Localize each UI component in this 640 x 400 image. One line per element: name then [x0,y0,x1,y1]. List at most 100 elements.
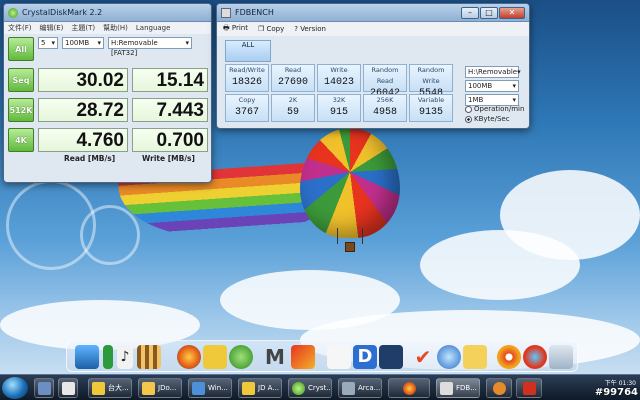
fd-variable-button[interactable]: Variable 9135 [409,94,453,122]
wolf-icon [61,381,75,395]
fd-write-button[interactable]: Write 14023 [317,64,361,92]
fd-32k-button[interactable]: 32K 915 [317,94,361,122]
fd-cell-label: Read [284,66,302,74]
copy-button[interactable]: ❐ Copy [258,25,284,33]
runs-select[interactable]: 5 ▾ [38,37,58,49]
fd-256k-button[interactable]: 256K 4958 [363,94,407,122]
start-button[interactable] [2,377,28,399]
taskbar-item-3[interactable]: Win... [188,378,232,398]
k4-row: 4K 4.760 0.700 [8,126,208,154]
fd-cell-label: 32K [332,96,346,104]
radio-selected-icon [465,115,472,123]
fd-cell-label: 256K [376,96,394,104]
cdm-body: All 5 ▾ 100MB ▾ H:Removable [FAT32] ▾ Seq 3… [8,36,208,178]
fd-2k-button[interactable]: 2K 59 [271,94,315,122]
close-button[interactable]: ✕ [499,6,525,19]
cdm-menu-theme[interactable]: 主題(T) [71,23,95,33]
print-button[interactable]: 🖶 Print [223,24,248,35]
m-app-icon[interactable]: M [263,345,287,369]
music-icon[interactable]: ♪ [117,345,133,369]
minimize-button[interactable]: – [461,6,479,19]
size-select[interactable]: 100MB ▾ [62,37,104,49]
fdbench-titlebar[interactable]: FDBENCH – □ ✕ [217,4,529,22]
crystaldiskmark-icon [292,381,305,395]
version-label: Version [300,25,326,33]
seq-test-button[interactable]: Seq [8,68,34,92]
fdbench-window-controls: – □ ✕ [461,6,525,19]
k512-write-value: 7.443 [132,98,208,122]
fd-copy-button[interactable]: Copy 3767 [225,94,269,122]
messenger-icon[interactable] [229,345,253,369]
cdm-menu-help[interactable]: 幫助(H) [103,23,128,33]
crystaldiskmark-window[interactable]: CrystalDiskMark 2.2 文件(F) 编辑(E) 主題(T) 幫助… [3,3,212,183]
cdm-app-icon [8,7,18,18]
taskbar-item-6[interactable]: Arca... [338,378,382,398]
fd-size-select[interactable]: 100MB ▾ [465,80,519,92]
cdm-titlebar[interactable]: CrystalDiskMark 2.2 [4,4,211,22]
key-icon[interactable] [203,345,227,369]
seq-write-value: 15.14 [132,68,208,92]
taskbar-item-4[interactable]: JD A... [238,378,282,398]
cdm-menu-edit[interactable]: 编辑(E) [40,23,64,33]
chevron-down-icon: ▾ [512,96,516,104]
fdbench-all-label: ALL [241,41,255,49]
taskbar-item-1[interactable]: 台大... [88,378,132,398]
fd-read-button[interactable]: Read 27690 [271,64,315,92]
recycle-bin-icon[interactable] [549,345,573,369]
fdbench-all-button[interactable]: ALL [225,40,271,62]
k512-test-button[interactable]: 512K [8,98,34,122]
d-app-icon[interactable]: D [353,345,377,369]
k512-read-value: 28.72 [38,98,128,122]
version-button[interactable]: ? Version [294,25,326,33]
fd-drive-select[interactable]: H:\Removable ▾ [465,66,521,78]
firefox-icon[interactable] [177,345,201,369]
taskbar-item-7[interactable] [388,378,430,398]
c-app-icon[interactable] [523,345,547,369]
taskbar-item-8[interactable]: FDB... [436,378,480,398]
fd-block-value: 1MB [468,96,484,104]
fdbench-window[interactable]: FDBENCH – □ ✕ 🖶 Print ❐ Copy ? Version A… [216,3,530,129]
fd-size-value: 100MB [468,82,493,90]
wolf-icon[interactable] [327,345,351,369]
taskbar-item-2[interactable]: JDo... [138,378,182,398]
cdm-menu-file[interactable]: 文件(F) [8,23,32,33]
clock[interactable]: 下午 01:30 [568,378,636,387]
film-icon[interactable] [137,345,161,369]
taskbar-item-9[interactable] [486,378,512,398]
taskbar-item-label: 台大... [108,384,129,392]
flag-icon[interactable] [291,345,315,369]
fd-cell-value: 18326 [231,77,262,88]
unit-radio-operation[interactable]: Operation/min [465,105,524,113]
k4-test-button[interactable]: 4K [8,128,34,152]
monitor-icon[interactable] [379,345,403,369]
computer-icon[interactable] [75,345,99,369]
cdm-menu-language[interactable]: Language [136,24,171,32]
fd-cell-value: 915 [329,107,348,118]
cdm-window-title: CrystalDiskMark 2.2 [22,8,103,17]
fd-readwrite-button[interactable]: Read/Write 18326 [225,64,269,92]
runs-select-value: 5 [41,39,46,47]
fdbench-window-title: FDBENCH [235,8,274,17]
all-test-button[interactable]: All [8,37,34,61]
drive-select[interactable]: H:Removable [FAT32] ▾ [108,37,192,57]
notes-icon[interactable] [103,345,113,369]
maximize-button[interactable]: □ [480,6,498,19]
unit-radio-kbyte[interactable]: KByte/Sec [465,115,510,123]
quicklaunch-desktop[interactable] [34,378,54,398]
quicklaunch-wolf[interactable] [58,378,78,398]
fd-cell-label: 2K [288,96,298,104]
fdbench-icon [440,381,453,395]
fd-cell-label: Copy [238,96,256,104]
fd-random-read-button[interactable]: Random Read26042 [363,64,407,99]
k4-read-value: 4.760 [38,128,128,152]
fd-random-write-button[interactable]: Random Write5548 [409,64,453,99]
lightning-icon[interactable] [437,345,461,369]
taskbar-item-label: JDo... [158,384,177,392]
pen-icon[interactable] [463,345,487,369]
taskbar-item-5[interactable]: Cryst... [288,378,332,398]
wallpaper-cloud [500,170,640,260]
chrome-icon[interactable] [497,345,521,369]
taskbar-item-10[interactable] [516,378,542,398]
checkmark-icon[interactable]: ✔ [411,345,435,369]
taskbar-item-label: JD A... [258,384,280,392]
